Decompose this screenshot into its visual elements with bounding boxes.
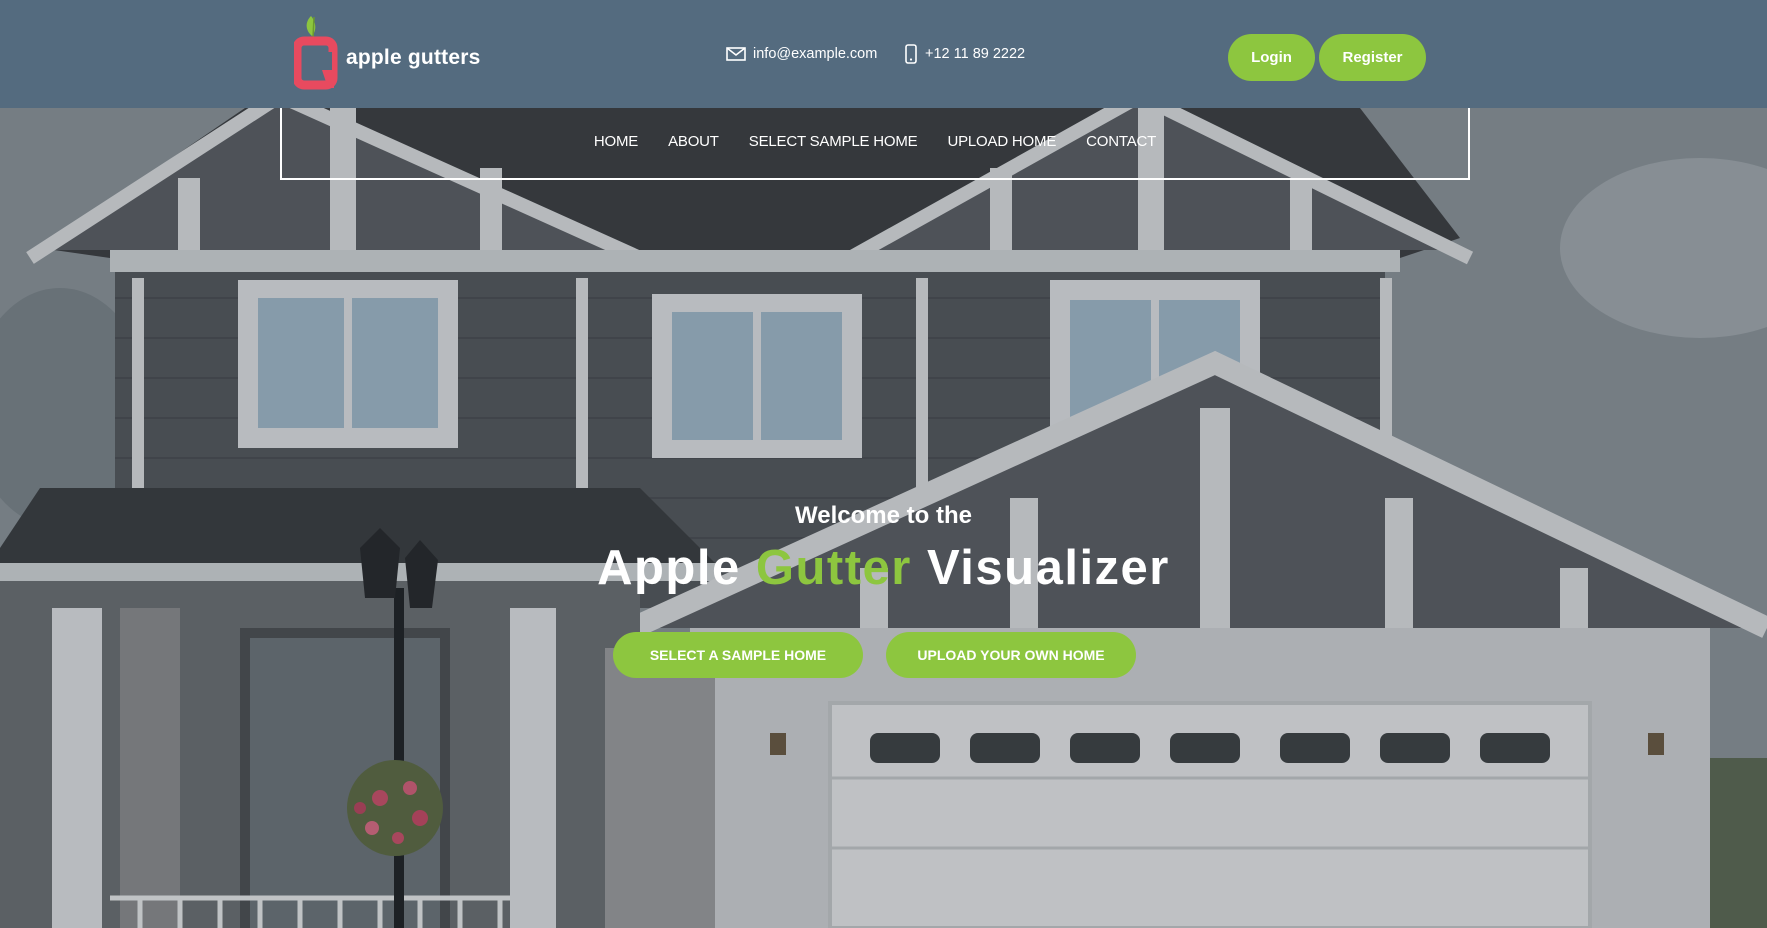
mobile-phone-icon (904, 44, 918, 64)
email-text: info@example.com (753, 46, 878, 62)
brand-logo[interactable]: apple gutters (292, 12, 481, 92)
contact-email[interactable]: info@example.com (726, 0, 877, 108)
hero-welcome-text: Welcome to the (795, 502, 972, 529)
brand-name: apple gutters (346, 46, 481, 69)
nav-item-select-sample-home[interactable]: SELECT SAMPLE HOME (749, 133, 918, 150)
hero-title-part1: Apple (597, 541, 741, 595)
hero-section: HOME ABOUT SELECT SAMPLE HOME UPLOAD HOM… (0, 108, 1767, 928)
hero-title: Apple Gutter Visualizer (0, 540, 1767, 596)
upload-own-home-button[interactable]: UPLOAD YOUR OWN HOME (886, 632, 1136, 678)
phone-text: +12 11 89 2222 (925, 46, 1026, 62)
nav-item-upload-home[interactable]: UPLOAD HOME (947, 133, 1056, 150)
select-sample-home-button[interactable]: SELECT A SAMPLE HOME (613, 632, 863, 678)
hero-title-part2: Visualizer (926, 541, 1170, 595)
nav-item-home[interactable]: HOME (594, 133, 638, 150)
contact-phone[interactable]: +12 11 89 2222 (904, 0, 1025, 108)
site-header: apple gutters info@example.com +12 11 89… (0, 0, 1767, 108)
apple-logo-icon (292, 12, 344, 92)
hero-title-accent: Gutter (755, 541, 912, 595)
main-navigation: HOME ABOUT SELECT SAMPLE HOME UPLOAD HOM… (280, 108, 1470, 180)
nav-item-contact[interactable]: CONTACT (1086, 133, 1156, 150)
nav-item-about[interactable]: ABOUT (668, 133, 719, 150)
login-button[interactable]: Login (1228, 34, 1315, 81)
envelope-icon (726, 47, 746, 61)
register-button[interactable]: Register (1319, 34, 1426, 81)
